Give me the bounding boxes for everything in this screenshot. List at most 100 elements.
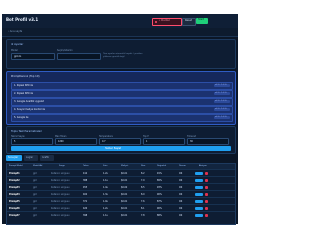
cell-model: gpt: [33, 192, 37, 196]
cell-query: Kullanıcı sorgusu: [51, 171, 70, 175]
repeat-count-value: 5: [14, 139, 16, 143]
edit-icon[interactable]: [195, 185, 203, 189]
prompt-item-label: 2. Kişisel SEO ile: [14, 91, 34, 95]
prompt-item[interactable]: 1. Kişisel SEO ile v2.0 · 1.2.0: [11, 82, 233, 90]
tab-logs[interactable]: Loglar: [24, 155, 38, 161]
settings-hint-line2: yükleme gerekli değil: [103, 56, 125, 58]
cell-name: Prompt3: [9, 185, 20, 189]
trash-icon[interactable]: [205, 178, 208, 182]
temperature-input[interactable]: 0.7: [99, 138, 141, 145]
prompt-item-label: 1. Kişisel SEO ile: [14, 83, 34, 87]
cell-query: Kullanıcı sorgusu: [51, 192, 70, 196]
column-header: Skor: [141, 165, 146, 167]
cell-status: OK: [179, 206, 183, 210]
stop-button[interactable]: • Durdur: [152, 18, 182, 26]
trash-icon[interactable]: [205, 171, 208, 175]
cell-model: gpt: [33, 213, 37, 217]
top-p-input[interactable]: 1: [143, 138, 185, 145]
cell-query: Kullanıcı sorgusu: [51, 178, 70, 182]
cell-token: 402: [83, 192, 88, 196]
column-header: Aksiyon: [199, 165, 207, 167]
prompt-item[interactable]: 2. Kişisel SEO ile v2.0 · 1.2.0: [11, 90, 233, 98]
tab-results-label: Sonuçlar: [8, 156, 19, 159]
cell-cost: $0.01: [121, 206, 128, 210]
stop-dot-icon: [155, 21, 157, 23]
settings-title: ⚙ Ayarlar: [11, 43, 24, 46]
column-header: Sorgu: [59, 165, 65, 167]
prompt-version-badge: v2.0 · 1.2.0: [214, 100, 230, 103]
cell-time: 1.2s: [103, 171, 108, 175]
cell-time: 1.0s: [103, 199, 108, 203]
trash-icon[interactable]: [205, 206, 208, 210]
cell-score: 8.1: [141, 206, 145, 210]
trash-icon[interactable]: [205, 213, 208, 217]
edit-icon[interactable]: [195, 171, 203, 175]
start-button[interactable]: Start: [196, 18, 208, 24]
prompt-version-badge: v2.0 · 1.2.0: [214, 92, 230, 95]
cell-score: 7.9: [141, 178, 145, 182]
cell-cost: $0.01: [121, 192, 128, 196]
cell-token: 420: [83, 206, 88, 210]
timeout-input[interactable]: 30: [187, 138, 229, 145]
prompts-panel: Promptlarınız (Top 10) 1. Kişisel SEO il…: [6, 71, 236, 125]
start-button-label: Start: [198, 18, 205, 21]
cell-status: OK: [179, 185, 183, 189]
temperature-value: 0.7: [102, 139, 106, 143]
trash-icon[interactable]: [205, 199, 208, 203]
top-p-value: 1: [146, 139, 148, 143]
cell-cost: $0.01: [121, 199, 128, 203]
prompt-item[interactable]: 5. Google ile v2.0 · 1.2.0: [11, 114, 233, 122]
edit-icon[interactable]: [195, 192, 203, 196]
prompt-version-text: v2.0 · 1.2.0: [215, 91, 227, 94]
edit-icon[interactable]: [195, 206, 203, 210]
batch-title: Toplu Test Parametreleri: [11, 130, 43, 133]
run-tests-button[interactable]: Testleri Başlat: [11, 146, 231, 151]
results-tabs: Sonuçlar Loglar Grafik: [6, 155, 234, 161]
prompt-item[interactable]: 4. Sosyal medya kontrol ile v2.0 · 1.2.0: [11, 106, 233, 114]
trash-icon[interactable]: [205, 192, 208, 196]
prompt-item-label: 5. Google ile: [14, 115, 29, 119]
app-header: Bot Profil v3.1 • Durdur Reset Start: [2, 14, 238, 29]
prompt-item[interactable]: 3. Google Analitik uygulat v2.0 · 1.2.0: [11, 98, 233, 106]
edit-icon[interactable]: [195, 213, 203, 217]
edit-icon[interactable]: [195, 178, 203, 182]
cell-name: Prompt5: [9, 199, 20, 203]
cell-name: Prompt4: [9, 192, 20, 196]
tab-results[interactable]: Sonuçlar: [6, 155, 22, 161]
column-header: Maliyet: [121, 165, 129, 167]
cell-accuracy: 93%: [157, 185, 162, 189]
cell-name: Prompt2: [9, 178, 20, 182]
cell-cost: $0.02: [121, 185, 128, 189]
timeout-value: 30: [190, 139, 193, 143]
trash-icon[interactable]: [205, 185, 208, 189]
model-select-value: gpt-4o: [14, 54, 22, 58]
app-title: Bot Profil v3.1: [6, 17, 39, 22]
cell-score: 7.8: [141, 213, 145, 217]
edit-icon[interactable]: [195, 199, 203, 203]
model-select[interactable]: gpt-4o: [11, 53, 55, 60]
max-token-value: 1200: [58, 139, 64, 143]
cell-cost: $0.01: [121, 171, 128, 175]
column-header: Doğruluk: [157, 165, 167, 167]
prompts-title: Promptlarınız (Top 10): [11, 75, 40, 78]
column-header: Durum: [179, 165, 186, 167]
run-tests-label: Testleri Başlat: [105, 146, 122, 150]
stop-button-label: • Durdur: [159, 19, 170, 22]
selection-input[interactable]: [57, 53, 101, 60]
breadcrumb-home-link[interactable]: ‹ Ana sayfa: [8, 30, 22, 33]
cell-time: 1.4s: [103, 185, 108, 189]
cell-time: 1.1s: [103, 213, 108, 217]
reset-button[interactable]: Reset: [182, 18, 196, 26]
max-token-input[interactable]: 1200: [55, 138, 97, 145]
tab-chart[interactable]: Grafik: [40, 155, 54, 161]
cell-score: 8.0: [141, 192, 145, 196]
repeat-count-input[interactable]: 5: [11, 138, 53, 145]
cell-status: OK: [179, 192, 183, 196]
table-row[interactable]: Prompt7 gpt Kullanıcı sorgusu 398 1.1s $…: [7, 211, 235, 219]
cell-query: Kullanıcı sorgusu: [51, 199, 70, 203]
cell-model: gpt: [33, 178, 37, 182]
prompt-version-text: v2.0 · 1.2.0: [215, 99, 227, 102]
cell-query: Kullanıcı sorgusu: [51, 206, 70, 210]
cell-accuracy: 88%: [157, 213, 162, 217]
cell-cost: $0.01: [121, 213, 128, 217]
